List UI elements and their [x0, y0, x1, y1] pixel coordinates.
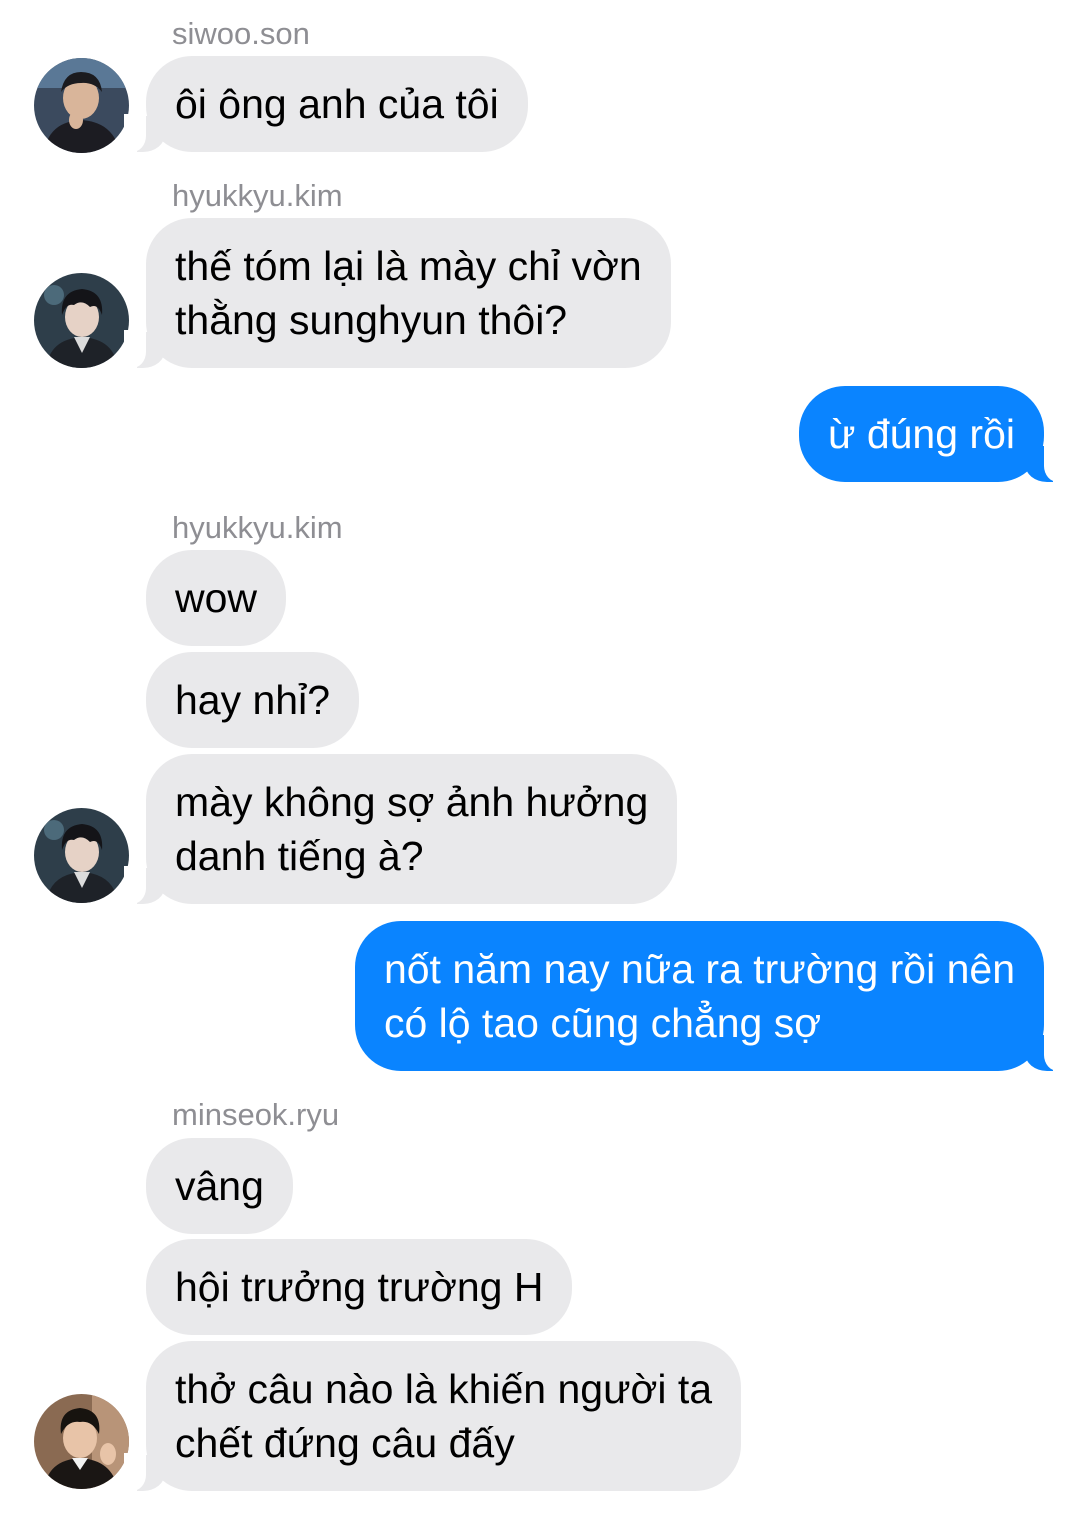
message-bubble-incoming[interactable]: vâng	[146, 1138, 293, 1234]
message-text-line: thế tóm lại là mày chỉ vờn	[175, 243, 642, 289]
avatar-siwoo[interactable]	[34, 58, 129, 153]
message-text-line: nốt năm nay nữa ra trường rồi nên	[383, 946, 1015, 992]
sender-name-hyukkyu: hyukkyu.kim	[172, 510, 343, 545]
message-bubble-incoming[interactable]: wow	[146, 550, 287, 646]
message-text-line: có lộ tao cũng chẳng sợ	[383, 1000, 822, 1046]
message-text: vâng	[175, 1163, 264, 1209]
message-bubble-incoming[interactable]: hội trưởng trường H	[146, 1239, 573, 1335]
message-bubble-outgoing[interactable]: nốt năm nay nữa ra trường rồi nên có lộ …	[354, 921, 1067, 1071]
profile-photo-icon	[34, 58, 129, 153]
profile-photo-icon	[34, 1394, 129, 1489]
message-bubble-outgoing[interactable]: ừ đúng rồi	[798, 386, 1067, 482]
avatar-minseok[interactable]	[34, 1394, 129, 1489]
message-text-line: mày không sợ ảnh hưởng	[175, 779, 649, 825]
avatar-hyukkyu[interactable]	[34, 808, 129, 903]
profile-photo-icon	[34, 808, 129, 903]
sender-name-siwoo: siwoo.son	[172, 16, 310, 51]
message-bubble-incoming[interactable]: thế tóm lại là mày chỉ vờn thằng sunghyu…	[124, 218, 671, 368]
message-text: wow	[175, 575, 258, 621]
sender-name-hyukkyu: hyukkyu.kim	[172, 178, 343, 213]
message-text-line: danh tiếng à?	[175, 833, 424, 879]
message-text: hay nhỉ?	[175, 677, 331, 723]
message-text-line: thằng sunghyun thôi?	[175, 297, 568, 343]
message-bubble-incoming[interactable]: hay nhỉ?	[146, 652, 360, 748]
message-bubble-incoming[interactable]: thở câu nào là khiến người ta chết đứng …	[123, 1341, 742, 1491]
message-text: ôi ông anh của tôi	[175, 81, 499, 127]
message-bubble-incoming[interactable]: mày không sợ ảnh hưởng danh tiếng à?	[123, 754, 678, 904]
message-bubble-incoming[interactable]: ôi ông anh của tôi	[124, 56, 528, 152]
sender-name-minseok: minseok.ryu	[172, 1097, 340, 1132]
message-text: hội trưởng trường H	[175, 1264, 544, 1310]
message-text-line: chết đứng câu đấy	[175, 1420, 515, 1466]
avatar-hyukkyu[interactable]	[34, 273, 129, 368]
message-text: ừ đúng rồi	[827, 411, 1015, 457]
message-text-line: thở câu nào là khiến người ta	[175, 1366, 713, 1412]
profile-photo-icon	[34, 273, 129, 368]
